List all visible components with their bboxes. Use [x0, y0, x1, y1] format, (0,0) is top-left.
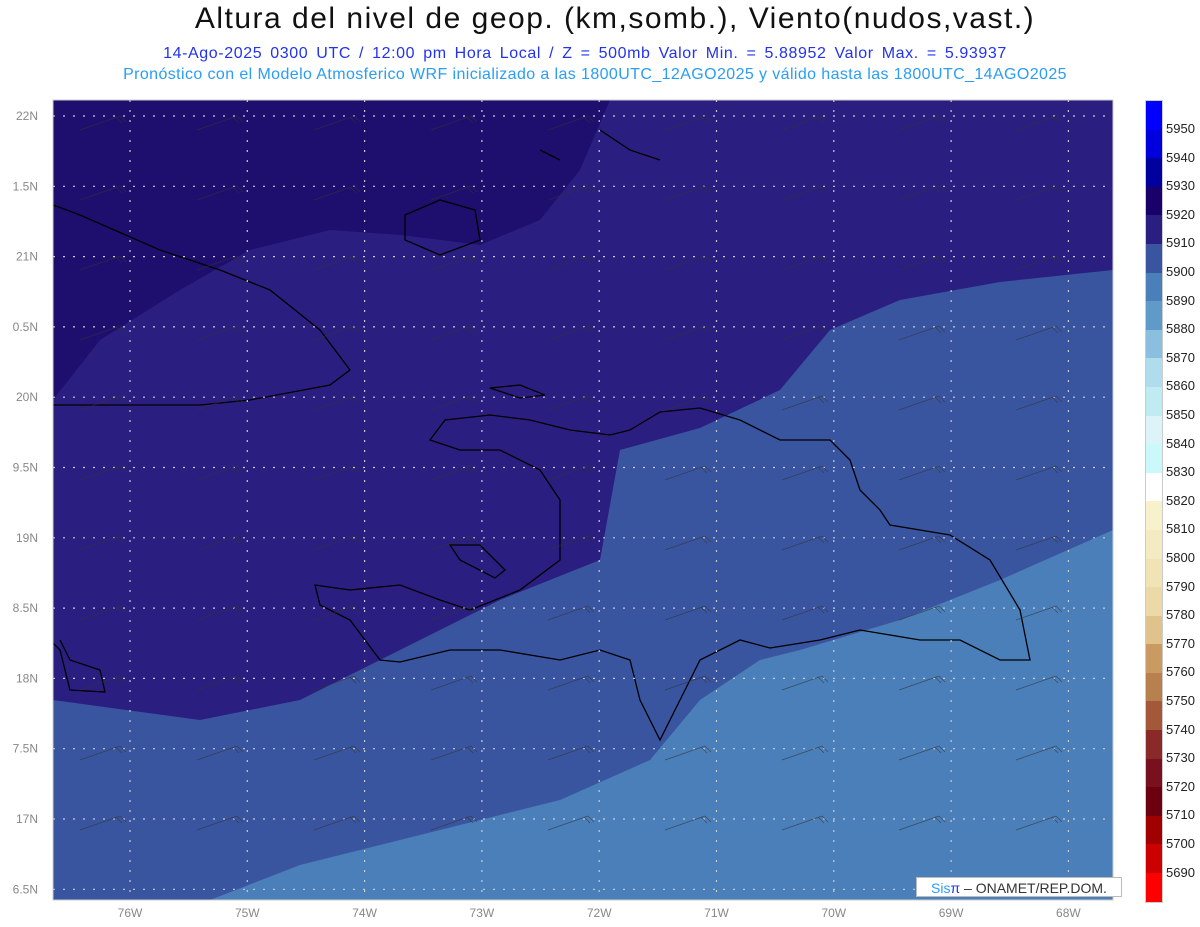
wind-barb	[1133, 466, 1140, 480]
credit-box: Sisπ – ONAMET/REP.DOM.	[916, 877, 1122, 897]
lat-label: 18N	[16, 671, 38, 685]
wind-barb	[1133, 536, 1140, 550]
colorbar-swatch	[1146, 272, 1162, 302]
colorbar-swatch	[1146, 844, 1162, 874]
wind-barb	[1133, 186, 1140, 200]
colorbar-label: 5830	[1166, 464, 1195, 480]
colorbar-label: 5860	[1166, 378, 1195, 394]
colorbar-label: 5750	[1166, 693, 1195, 708]
wind-barb	[1133, 256, 1140, 270]
wind-barb	[1133, 746, 1140, 760]
colorbar-label: 5710	[1166, 807, 1195, 823]
colorbar-label: 5790	[1166, 578, 1195, 594]
credit-text: – ONAMET/REP.DOM.	[960, 880, 1107, 896]
colorbar-label: 5720	[1166, 778, 1195, 794]
colorbar-swatch	[1146, 587, 1162, 616]
lon-label: 73W	[470, 906, 495, 920]
colorbar-swatch	[1146, 158, 1162, 187]
lat-label: 22N	[16, 109, 38, 123]
colorbar-swatch	[1146, 415, 1162, 445]
colorbar-label: 5850	[1166, 407, 1195, 422]
lon-label: 76W	[118, 906, 143, 920]
wind-barb	[1133, 606, 1140, 620]
colorbar-swatch	[1146, 787, 1162, 816]
lat-label: 1.5N	[13, 179, 38, 193]
colorbar-swatch	[1146, 644, 1162, 673]
lon-label: 75W	[235, 906, 260, 920]
colorbar-label: 5950	[1166, 121, 1195, 136]
lon-label: 69W	[939, 906, 964, 920]
lat-label: 17N	[16, 812, 38, 826]
colorbar-swatch	[1146, 186, 1162, 216]
colorbar-swatch	[1146, 101, 1162, 130]
lat-label: 7.5N	[13, 742, 38, 756]
colorbar-label: 5890	[1166, 292, 1195, 308]
wind-barb	[1133, 116, 1140, 130]
colorbar-label: 5780	[1166, 607, 1195, 623]
lon-label: 71W	[704, 906, 729, 920]
colorbar-label: 5940	[1166, 149, 1195, 165]
colorbar	[1145, 100, 1163, 903]
colorbar-label: 5910	[1166, 235, 1195, 251]
colorbar-label: 5900	[1166, 264, 1195, 279]
geopotential-map: 22N 1.5N 21N 0.5N 20N 9.5N 19N 8.5N 18N 7.5N 17N 6.…	[13, 99, 1140, 920]
wind-barb	[1133, 396, 1140, 410]
pi-logo: π	[950, 880, 961, 896]
wind-barb	[1133, 676, 1140, 690]
lat-label: 19N	[16, 531, 38, 545]
sis-logo-text: Sis	[931, 880, 951, 896]
lat-label: 9.5N	[13, 461, 38, 475]
colorbar-label: 5810	[1166, 521, 1195, 537]
colorbar-label: 5840	[1166, 435, 1195, 451]
colorbar-swatch	[1146, 501, 1162, 530]
lon-label: 72W	[587, 906, 612, 920]
colorbar-swatch	[1146, 301, 1162, 330]
colorbar-swatch	[1146, 129, 1162, 159]
lat-label: 20N	[16, 390, 38, 404]
lon-label: 74W	[352, 906, 377, 920]
colorbar-label: 5880	[1166, 321, 1195, 337]
colorbar-swatch	[1146, 529, 1162, 559]
colorbar-label: 5870	[1166, 349, 1195, 365]
colorbar-label: 5930	[1166, 178, 1195, 194]
colorbar-swatch	[1146, 730, 1162, 759]
colorbar-swatch	[1146, 672, 1162, 702]
colorbar-swatch	[1146, 873, 1162, 902]
colorbar-swatch	[1146, 358, 1162, 387]
colorbar-label: 5730	[1166, 750, 1195, 766]
lon-label: 68W	[1056, 906, 1081, 920]
colorbar-label: 5920	[1166, 206, 1195, 222]
colorbar-swatch	[1146, 444, 1162, 473]
colorbar-swatch	[1146, 701, 1162, 731]
colorbar-label: 5820	[1166, 492, 1195, 508]
lon-label: 70W	[821, 906, 846, 920]
colorbar-swatch	[1146, 815, 1162, 845]
colorbar-label: 5700	[1166, 836, 1195, 851]
colorbar-swatch	[1146, 558, 1162, 588]
lat-label: 0.5N	[13, 320, 38, 334]
colorbar-swatch	[1146, 243, 1162, 273]
colorbar-label: 5800	[1166, 550, 1195, 565]
colorbar-swatch	[1146, 329, 1162, 359]
lat-label: 8.5N	[13, 601, 38, 615]
colorbar-swatch	[1146, 615, 1162, 645]
lat-label: 21N	[16, 250, 38, 264]
colorbar-label: 5770	[1166, 635, 1195, 651]
lat-label: 6.5N	[13, 882, 38, 896]
colorbar-swatch	[1146, 758, 1162, 788]
colorbar-swatch	[1146, 215, 1162, 244]
wind-barb	[1133, 326, 1140, 340]
colorbar-swatch	[1146, 386, 1162, 416]
colorbar-label: 5740	[1166, 721, 1195, 737]
colorbar-label: 5690	[1166, 864, 1195, 880]
wind-barb	[1133, 816, 1140, 830]
colorbar-swatch	[1146, 472, 1162, 502]
colorbar-label: 5760	[1166, 664, 1195, 680]
